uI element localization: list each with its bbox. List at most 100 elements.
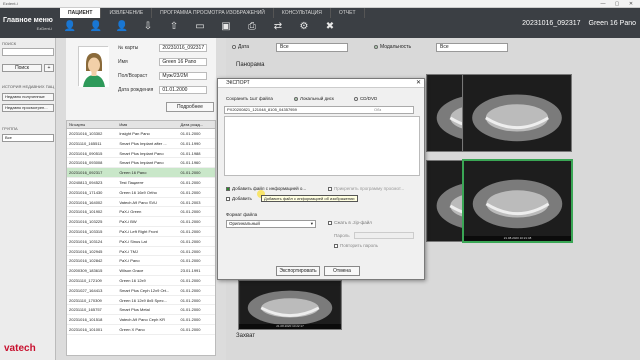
close-button[interactable]: ✕ [624,0,638,8]
table-row[interactable]: 20231016_103124 PaX-i Sinus Lat 01.01.2000 [67,237,215,247]
table-row[interactable]: 20231110_165511 Smart Plus Implant after … [67,139,215,149]
table-row[interactable]: 20200309_183615 Wilson Grace 23.01.1991 [67,266,215,276]
col-birthdate[interactable]: Дата рожд... [178,121,215,128]
include-info-checkbox[interactable]: Добавить файл с информацией о... [226,186,306,191]
col-chart-no[interactable]: № карты [67,121,117,128]
date-select[interactable]: Все [276,43,348,52]
cell-birthdate: 01.01.2003 [180,199,201,205]
browse-button[interactable]: Обз [374,107,381,112]
second-checkbox[interactable]: Добавить [226,196,252,201]
export-icon[interactable]: ⇧ [164,19,184,35]
cell-chart-no: 20231016_101518 [69,317,103,323]
trash-icon[interactable]: ✖ [320,19,340,35]
vatech-logo: vatech [4,343,36,354]
date-radio[interactable]: Дата [232,44,249,50]
share-icon[interactable]: ⇄ [268,19,288,35]
folder-icon[interactable]: ▭ [190,19,210,35]
main-menu-title: Главное меню [3,17,53,24]
table-row[interactable]: 20231110_165757 Smart Plus Metal 01.01.200… [67,305,215,316]
thumbnail-2[interactable] [462,74,572,152]
edit-patient-icon[interactable]: 👤 [86,19,106,35]
tab-consult[interactable]: КОНСУЛЬТАЦИЯ [274,8,331,18]
show-password-checkbox[interactable]: Повторить пароль [334,243,378,248]
window-titlebar: Ezdent-i — ▢ ✕ [0,0,640,8]
cell-birthdate: 01.01.1988 [180,150,201,156]
attach-viewer-checkbox[interactable]: Прикрепить программу просмот... [328,186,404,191]
zip-checkbox[interactable]: Сжать в .zip-файл [328,220,372,225]
thumbnail-caption: 21.08.2020 10:22:17 [239,324,341,329]
table-row[interactable]: 20231016_101902 PaX-i Green 01.01.2000 [67,207,215,218]
cd-dvd-radio[interactable]: CD/DVD [354,96,377,101]
delete-patient-icon[interactable]: 👤 [112,19,132,35]
cancel-button[interactable]: Отмена [324,266,360,276]
cell-birthdate: 01.01.2000 [180,209,201,215]
birthdate-row: Дата рождения 01.01.2000 [118,86,208,94]
local-disk-radio[interactable]: Локальный диск [294,96,334,101]
tab-viewer[interactable]: ПРОГРАММА ПРОСМОТРА ИЗОБРАЖЕНИЙ [152,8,274,18]
radio-on-icon [294,96,298,101]
tab-patient[interactable]: ПАЦИЕНТ [60,8,102,18]
local-disk-label: Локальный диск [300,96,334,101]
cell-chart-no: 20231016_101902 [69,209,103,215]
more-details-button[interactable]: Подробнее [166,102,214,112]
tooltip: Добавить файл с информацией об изображен… [261,195,358,202]
file-format-select[interactable]: Оригинальный ▾ [226,220,316,228]
add-button[interactable]: + [44,64,54,72]
table-row[interactable]: 20231016_092317 Green 16 Pano 01.01.2000 [67,168,215,178]
add-patient-icon[interactable]: 👤 [60,19,80,35]
table-row[interactable]: 20231110_172109 Green 16 12x9 01.01.2000 [67,276,215,286]
table-row[interactable]: 20231016_101001 Green X Pano 01.01.2000 [67,325,215,335]
table-row[interactable]: 20231016_103315 PaX-i Left Right Front 01.… [67,227,215,237]
table-row[interactable]: 20240813_094523 Test Пациент 01.01.2000 [67,178,215,188]
group-select[interactable]: Все [2,134,54,142]
maximize-button[interactable]: ▢ [610,0,624,8]
search-input[interactable] [2,48,54,56]
table-row[interactable]: 20231016_164002 Vatech A9 Pano SVU 01.01.2… [67,198,215,208]
export-path-field[interactable]: PX20200821_121048_8105_04357959 [224,106,414,114]
table-row[interactable]: 20231016_102842 PaX-i Pano 01.01.2000 [67,256,215,267]
table-row[interactable]: 20231016_103225 PaX-i BW 01.01.2000 [67,217,215,227]
col-name[interactable]: Имя [117,121,178,128]
thumbnail-4[interactable]: 21.08.2020 10:21:48 [462,159,573,243]
modality-select[interactable]: Все [436,43,508,52]
recent-viewed-item[interactable]: Недавно просмотрен... [2,104,54,112]
minimize-button[interactable]: — [596,0,610,8]
password-field[interactable] [354,232,414,239]
cd-dvd-label: CD/DVD [360,96,378,101]
close-icon[interactable]: ✕ [416,79,421,88]
search-button[interactable]: Поиск [2,64,42,72]
checkbox-empty-icon [328,220,332,225]
cell-birthdate: 01.01.2000 [180,189,201,195]
table-row[interactable]: 20231016_171430 Green 16 16x9 Ortho 01.01.… [67,188,215,198]
tab-report[interactable]: ОТЧЕТ [331,8,365,18]
monitor-icon[interactable]: ▣ [216,19,236,35]
recent-acquired-item[interactable]: Недавно полученные [2,93,54,101]
tab-acquisition[interactable]: ИЗВЛЕЧЕНИЕ [101,8,153,18]
cell-birthdate: 23.01.1991 [180,268,201,274]
table-row[interactable]: 20231016_093008 Smart Plus Implant Pano 01… [67,158,215,169]
print-icon[interactable]: ⎙ [242,19,262,35]
patient-list-rows: 20231016_103302 Insight Pan Pano 01.01.200… [67,129,215,335]
section-panorama: Панорама [236,62,265,68]
date-radio-icon [232,44,236,49]
export-button[interactable]: Экспортировать [276,266,320,276]
import-icon[interactable]: ⇩ [138,19,158,35]
cell-chart-no: 20231016_102842 [69,258,103,264]
table-row[interactable]: 20231110_170309 Green 16 12x9 8x5 Spec...… [67,296,215,306]
table-row[interactable]: 20231016_090515 Smart Plus Implant Pano 01… [67,149,215,159]
cell-birthdate: 01.01.2000 [180,219,201,225]
cell-birthdate: 01.01.2000 [180,297,201,303]
table-row[interactable]: 20231027_164413 Smart Plus Ceph 12x9 Ort.… [67,286,215,296]
cell-chart-no: 20231110_172109 [69,277,102,283]
save-count-label: Сохранить 1шт файла [226,96,273,101]
modality-radio[interactable]: Модальность [374,44,411,50]
left-panel: ПОИСК Поиск + ИСТОРИЯ НЕДАВНИХ ПАЦ Недав… [0,38,56,360]
main-menu-brand[interactable]: Главное меню EzDent-i [0,8,56,38]
settings-icon[interactable]: ⚙ [294,19,314,35]
name-value: Green 16 Pano [159,58,208,66]
table-row[interactable]: 20231016_101518 Vatech A9 Pano Ceph KR 01.… [67,315,215,325]
table-row[interactable]: 20231016_103302 Insight Pan Pano 01.01.200… [67,129,215,139]
sex-age-row: Пол/Возраст Муж/23/2М [118,72,208,80]
thumbnail-5[interactable]: 21.08.2020 10:22:17 [238,280,342,330]
table-row[interactable]: 20231016_102945 PaX-i TMJ 01.01.2000 [67,247,215,257]
